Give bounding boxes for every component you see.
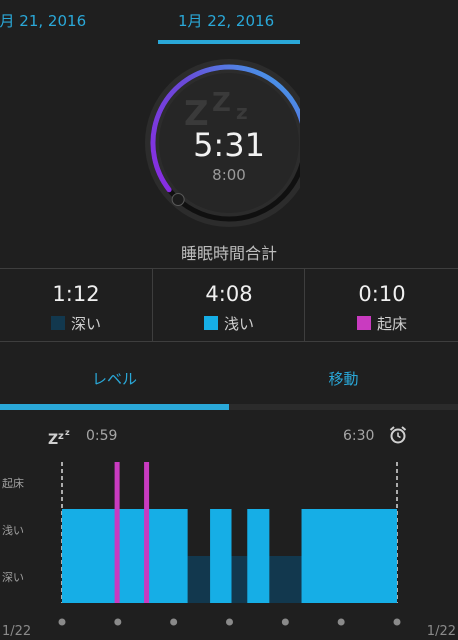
- svg-text:z: z: [236, 100, 248, 124]
- sleep-start-time: 0:59: [86, 428, 118, 444]
- date-tab-current[interactable]: 1月 22, 2016: [178, 10, 274, 31]
- sleep-segment-deep: [269, 556, 302, 603]
- total-sleep-time: 5:31: [193, 126, 265, 164]
- ring-end-marker: [171, 192, 185, 206]
- total-sleep-caption: 睡眠時間合計: [180, 244, 277, 263]
- sleep-start-zzz-icon: Z z z: [48, 428, 70, 446]
- sleep-segment-light: [247, 509, 270, 603]
- x-axis-tick: [281, 618, 289, 626]
- sleep-goal-time: 8:00: [212, 166, 246, 184]
- x-axis-tick: [337, 618, 345, 626]
- tab-level[interactable]: レベル: [0, 368, 229, 389]
- date-tab-previous[interactable]: 1月 21, 2016: [0, 10, 86, 31]
- sleep-segment-light: [301, 509, 397, 603]
- svg-text:Z: Z: [48, 432, 58, 446]
- x-axis-left-label: 1/22: [2, 624, 31, 639]
- svg-text:Z: Z: [212, 88, 231, 118]
- x-axis-tick: [114, 618, 122, 626]
- y-axis-label: 起床: [2, 476, 24, 490]
- stat-awake-label: 起床: [376, 315, 407, 333]
- date-tab-indicator: [158, 40, 300, 44]
- stat-deep-value: 1:12: [52, 282, 100, 306]
- x-axis-tick: [393, 618, 401, 626]
- tab-indicator: [0, 404, 229, 410]
- stat-light-label: 浅い: [223, 315, 254, 333]
- deep-swatch-icon: [50, 316, 65, 330]
- svg-text:z: z: [58, 431, 64, 442]
- sleep-segment-awake: [114, 462, 120, 603]
- svg-text:z: z: [65, 428, 70, 437]
- stat-deep-label: 深い: [70, 315, 101, 333]
- x-axis-tick: [226, 618, 233, 626]
- sleep-segment-deep: [231, 556, 248, 603]
- x-axis-tick: [170, 618, 178, 626]
- sleep-end-time: 6:30: [343, 428, 375, 444]
- x-axis-tick: [58, 618, 66, 626]
- stat-deep: 1:12 深い: [0, 269, 152, 341]
- x-axis-right-label: 1/22: [427, 624, 456, 639]
- sleep-segment-light: [210, 509, 232, 603]
- alarm-clock-icon: [389, 426, 407, 444]
- sleep-stats-row: 1:12 深い 4:08 浅い 0:10 起床: [0, 268, 458, 342]
- awake-swatch-icon: [356, 316, 371, 330]
- sleep-segment-awake: [144, 462, 150, 603]
- light-swatch-icon: [203, 316, 218, 330]
- sleep-segment-light: [62, 509, 188, 603]
- y-axis-label: 深い: [2, 571, 24, 584]
- stat-light-value: 4:08: [205, 282, 253, 306]
- y-axis-label: 浅い: [2, 524, 24, 537]
- tab-movement[interactable]: 移動: [229, 368, 458, 389]
- sleep-segment-deep: [187, 556, 211, 603]
- stat-awake-value: 0:10: [358, 282, 406, 306]
- sleep-level-chart: 起床浅い深い 1/22 1/22: [2, 462, 456, 639]
- stat-light: 4:08 浅い: [152, 269, 305, 341]
- stat-awake: 0:10 起床: [304, 269, 458, 341]
